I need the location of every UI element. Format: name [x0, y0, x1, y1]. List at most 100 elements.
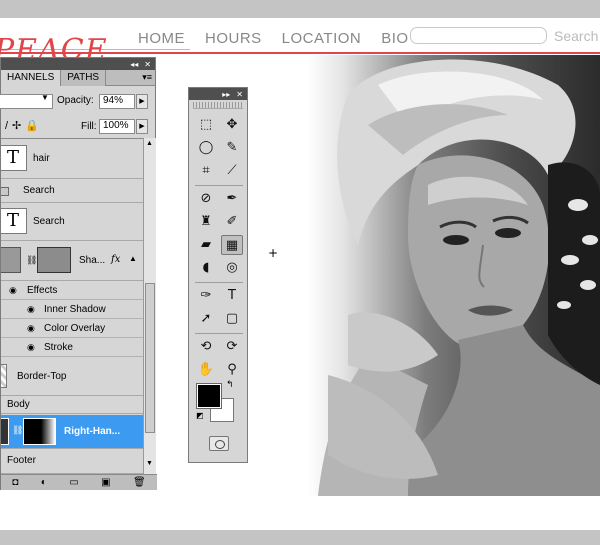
new-layer-icon[interactable]: ▣ — [101, 477, 110, 488]
vector-mask-thumbnail — [37, 247, 71, 273]
brush-tool-icon[interactable]: ✒ — [221, 189, 243, 209]
header-red-line — [0, 52, 600, 54]
fill-slider-arrow-icon[interactable]: ▶ — [136, 119, 148, 134]
3d-rotate-tool-icon[interactable]: ⟲ — [195, 337, 217, 357]
effect-color-overlay[interactable]: ◉ Color Overlay — [1, 319, 143, 338]
layer-thumbnail — [1, 418, 9, 445]
effects-label: Effects — [27, 285, 58, 296]
blur-tool-icon[interactable]: ◖ — [195, 258, 217, 278]
eye-icon[interactable]: ◉ — [27, 304, 35, 315]
layer-row-hair[interactable]: T hair — [1, 139, 143, 179]
dodge-tool-icon[interactable]: ◎ — [221, 258, 243, 278]
layer-row-border-top[interactable]: Border-Top — [1, 358, 143, 396]
eye-icon[interactable]: ◉ — [9, 285, 17, 296]
fill-label: Fill: — [81, 121, 97, 132]
link-icon: ⛓ — [26, 255, 38, 265]
collapse-icon[interactable]: ◂◂ — [130, 60, 138, 69]
foreground-color-swatch[interactable] — [196, 383, 222, 409]
layer-row-selected[interactable]: ⛓ Right-Han... — [1, 415, 143, 449]
expand-arrow-icon[interactable]: ▲ — [129, 254, 137, 263]
history-brush-tool-icon[interactable]: ✐ — [221, 212, 243, 232]
hero-photo — [308, 55, 600, 496]
pen-tool-icon[interactable]: ✑ — [195, 286, 217, 306]
quick-mask-button[interactable] — [209, 436, 229, 451]
eyedropper-tool-icon[interactable]: ⟋ — [221, 161, 243, 181]
marquee-tool-icon[interactable]: ⬚ — [195, 115, 217, 135]
close-panel-icon[interactable]: ✕ — [236, 90, 243, 99]
portrait-illustration — [318, 59, 600, 496]
effect-label: Stroke — [44, 342, 73, 353]
scroll-down-icon[interactable]: ▼ — [146, 460, 153, 467]
crop-tool-icon[interactable]: ⌗ — [195, 161, 217, 181]
layers-panel: ◂◂ ✕ HANNELS PATHS ▾≡ ▼ Opacity: 94% ▶ /… — [0, 57, 157, 490]
default-colors-icon[interactable]: ◩ — [196, 411, 204, 420]
layers-panel-titlebar[interactable]: ◂◂ ✕ — [1, 58, 155, 70]
zoom-tool-icon[interactable]: ⚲ — [221, 360, 243, 380]
lock-row: /✢🔒 Fill: 100% ▶ — [1, 116, 157, 138]
layer-name: Body — [7, 399, 30, 410]
layer-row-footer[interactable]: Footer — [1, 450, 143, 474]
layer-row-search-group[interactable]: Search — [1, 179, 143, 203]
swap-colors-icon[interactable]: ↰ — [226, 380, 234, 390]
quick-select-tool-icon[interactable]: ✎ — [221, 138, 243, 158]
layer-name: hair — [33, 153, 50, 164]
shape-tool-icon[interactable]: ▢ — [221, 309, 243, 329]
tab-channels[interactable]: HANNELS — [1, 70, 62, 86]
layer-mask-thumbnail — [23, 418, 56, 445]
nav-home[interactable]: HOME — [138, 30, 185, 47]
layer-name: Search — [33, 216, 65, 227]
move-tool-icon[interactable]: ✥ — [221, 115, 243, 135]
layer-row-shape[interactable]: ⛓ Sha... fx ▲ — [1, 241, 143, 281]
layer-name: Right-Han... — [64, 426, 121, 437]
scroll-up-icon[interactable]: ▲ — [146, 140, 153, 147]
panel-grip[interactable] — [193, 102, 243, 109]
layer-row-body[interactable]: Body — [1, 396, 143, 414]
nav-bio[interactable]: BIO — [381, 30, 408, 47]
add-mask-icon[interactable]: ◘ — [12, 477, 18, 488]
nav-location[interactable]: LOCATION — [282, 30, 362, 47]
lasso-tool-icon[interactable]: ◯ — [195, 138, 217, 158]
eye-icon[interactable]: ◉ — [27, 342, 35, 353]
layers-bottom-bar: ◘ ◐ ▭ ▣ 🗑 — [1, 474, 157, 490]
dropdown-arrow-icon[interactable]: ▼ — [41, 93, 49, 102]
divider — [195, 282, 243, 283]
lock-icons[interactable]: /✢🔒 — [5, 119, 43, 132]
opacity-label: Opacity: — [57, 95, 94, 106]
close-panel-icon[interactable]: ✕ — [144, 60, 151, 69]
gradient-tool-icon[interactable]: ▦ — [221, 235, 243, 255]
tools-panel-titlebar[interactable]: ▸▸ ✕ — [189, 88, 247, 100]
layer-name: Sha... — [79, 255, 106, 266]
layer-row-search-text[interactable]: T Search — [1, 203, 143, 241]
hand-tool-icon[interactable]: ✋ — [195, 360, 217, 380]
scroll-thumb[interactable] — [145, 283, 155, 433]
opacity-input[interactable]: 94% — [99, 94, 135, 109]
layer-name: Search — [23, 185, 55, 196]
effect-inner-shadow[interactable]: ◉ Inner Shadow — [1, 300, 143, 319]
effect-stroke[interactable]: ◉ Stroke — [1, 338, 143, 357]
fx-icon[interactable]: fx — [111, 254, 120, 265]
adjustment-layer-icon[interactable]: ◐ — [41, 477, 47, 488]
panel-menu-icon[interactable]: ▾≡ — [142, 72, 152, 83]
site-search-label: Search — [554, 28, 599, 44]
delete-layer-icon[interactable]: 🗑 — [133, 477, 146, 488]
tab-paths[interactable]: PATHS — [61, 70, 107, 86]
nav-hours[interactable]: HOURS — [205, 30, 262, 47]
eye-icon[interactable]: ◉ — [27, 323, 35, 334]
layers-scrollbar[interactable]: ▲ ▼ — [143, 138, 156, 474]
effects-row[interactable]: ◉ Effects — [1, 281, 143, 300]
layer-name: Footer — [7, 455, 36, 466]
layer-name: Border-Top — [17, 371, 67, 382]
path-select-tool-icon[interactable]: ➚ — [195, 309, 217, 329]
tools-panel: ▸▸ ✕ ⬚ ✥ ◯ ✎ ⌗ ⟋ ⊘ ✒ ♜ ✐ ▰ ▦ ◖ ◎ ✑ T ➚ ▢… — [188, 87, 248, 463]
opacity-slider-arrow-icon[interactable]: ▶ — [136, 94, 148, 109]
new-group-icon[interactable]: ▭ — [69, 477, 78, 488]
clone-stamp-tool-icon[interactable]: ♜ — [195, 212, 217, 232]
fill-input[interactable]: 100% — [99, 119, 135, 134]
type-tool-icon[interactable]: T — [221, 286, 243, 306]
folder-icon — [1, 187, 9, 196]
collapse-icon[interactable]: ▸▸ — [222, 90, 230, 99]
eraser-tool-icon[interactable]: ▰ — [195, 235, 217, 255]
3d-orbit-tool-icon[interactable]: ⟳ — [221, 337, 243, 357]
healing-brush-tool-icon[interactable]: ⊘ — [195, 189, 217, 209]
site-search-input[interactable] — [410, 27, 547, 44]
